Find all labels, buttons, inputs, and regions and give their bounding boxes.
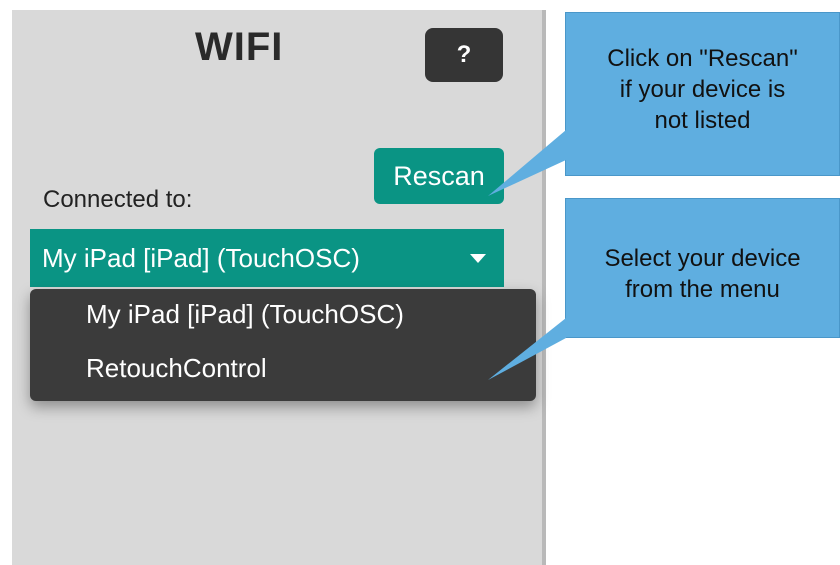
select-callout-pointer <box>488 318 566 380</box>
callout-pointers <box>488 130 566 380</box>
rescan-callout-pointer <box>488 130 566 196</box>
